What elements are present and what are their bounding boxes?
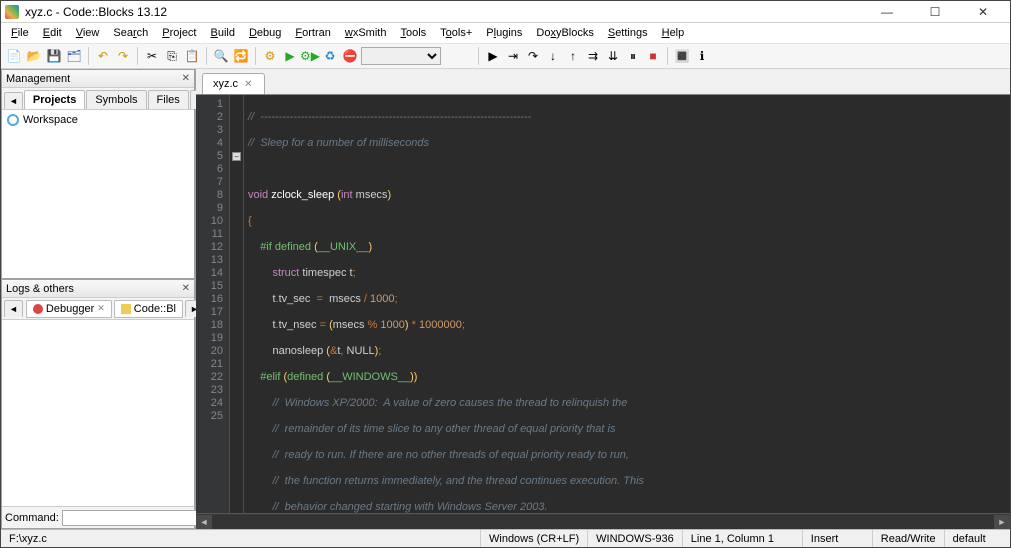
buildrun-icon[interactable]: ⚙▶: [301, 47, 319, 65]
saveall-icon[interactable]: 🗂: [65, 47, 83, 65]
command-input[interactable]: [62, 510, 210, 526]
menu-edit[interactable]: Edit: [37, 25, 68, 41]
menu-help[interactable]: Help: [656, 25, 691, 41]
build-icon[interactable]: ⚙: [261, 47, 279, 65]
cut-icon[interactable]: ✂: [143, 47, 161, 65]
tab-close-icon[interactable]: ✕: [244, 79, 252, 90]
tab-projects[interactable]: Projects: [24, 90, 85, 109]
save-icon[interactable]: 💾: [45, 47, 63, 65]
menu-settings[interactable]: Settings: [602, 25, 654, 41]
debug-run-icon[interactable]: ▶: [484, 47, 502, 65]
logs-close-icon[interactable]: ✕: [182, 283, 190, 294]
status-readwrite: Read/Write: [873, 530, 945, 547]
editor-area: xyz.c✕ 123456789101112131415161718192021…: [196, 69, 1010, 529]
note-icon: [121, 304, 131, 314]
replace-icon[interactable]: 🔁: [232, 47, 250, 65]
horizontal-scrollbar[interactable]: ◄ ►: [196, 513, 1010, 529]
find-icon[interactable]: 🔍: [212, 47, 230, 65]
debug-stepout-icon[interactable]: ↑: [564, 47, 582, 65]
statusbar: F:\xyz.c Windows (CR+LF) WINDOWS-936 Lin…: [1, 529, 1010, 547]
menu-build[interactable]: Build: [205, 25, 241, 41]
menu-search[interactable]: Search: [107, 25, 154, 41]
management-panel: Management✕ ◄ Projects Symbols Files F ►…: [1, 69, 195, 279]
app-icon: [5, 5, 19, 19]
code-content[interactable]: // -------------------------------------…: [244, 95, 1010, 513]
titlebar: xyz.c - Code::Blocks 13.12 — ☐ ✕: [1, 1, 1010, 23]
window-title: xyz.c - Code::Blocks 13.12: [25, 5, 872, 19]
workspace-icon: [7, 114, 19, 126]
debug-next-icon[interactable]: ↷: [524, 47, 542, 65]
logtab-scroll-left[interactable]: ◄: [4, 300, 23, 317]
menu-fortran[interactable]: Fortran: [289, 25, 336, 41]
tab-files[interactable]: Files: [148, 90, 189, 109]
logtab-debugger[interactable]: Debugger✕: [26, 300, 112, 318]
target-select[interactable]: [361, 47, 441, 65]
tab-symbols[interactable]: Symbols: [86, 90, 146, 109]
debug-stepi-icon[interactable]: ⇊: [604, 47, 622, 65]
menu-tools[interactable]: Tools: [394, 25, 432, 41]
menubar: File Edit View Search Project Build Debu…: [1, 23, 1010, 43]
fold-toggle[interactable]: −: [232, 152, 241, 161]
undo-icon[interactable]: ↶: [94, 47, 112, 65]
fold-column: −: [230, 95, 244, 513]
menu-file[interactable]: File: [5, 25, 35, 41]
menu-doxyblocks[interactable]: DoxyBlocks: [530, 25, 599, 41]
debug-stop-icon[interactable]: ■: [644, 47, 662, 65]
workspace-label: Workspace: [23, 114, 78, 126]
line-gutter: 1234567891011121314151617181920212223242…: [196, 95, 230, 513]
status-profile: default: [945, 530, 1010, 547]
copy-icon[interactable]: ⎘: [163, 47, 181, 65]
logs-title: Logs & others: [6, 283, 74, 295]
menu-wxsmith[interactable]: wxSmith: [339, 25, 393, 41]
redo-icon[interactable]: ↷: [114, 47, 132, 65]
status-insert: Insert: [803, 530, 873, 547]
debug-runto-icon[interactable]: ⇥: [504, 47, 522, 65]
menu-toolsplus[interactable]: Tools+: [434, 25, 478, 41]
maximize-button[interactable]: ☐: [920, 4, 950, 20]
debug-break-icon[interactable]: ⏸: [624, 47, 642, 65]
management-close-icon[interactable]: ✕: [182, 73, 190, 84]
close-button[interactable]: ✕: [968, 4, 998, 20]
paste-icon[interactable]: 📋: [183, 47, 201, 65]
logs-panel: Logs & others✕ ◄ Debugger✕ Code::Bl ► Co…: [1, 279, 195, 529]
logs-body: [2, 320, 194, 506]
logtab-codeblocks[interactable]: Code::Bl: [114, 300, 183, 318]
menu-view[interactable]: View: [70, 25, 106, 41]
debug-windows-icon[interactable]: 🔳: [673, 47, 691, 65]
menu-debug[interactable]: Debug: [243, 25, 287, 41]
command-label: Command:: [5, 512, 59, 524]
menu-plugins[interactable]: Plugins: [480, 25, 528, 41]
debug-step-icon[interactable]: ↓: [544, 47, 562, 65]
status-encoding: WINDOWS-936: [588, 530, 683, 547]
menu-project[interactable]: Project: [156, 25, 202, 41]
tab-scroll-left[interactable]: ◄: [4, 92, 23, 109]
editor-tab-xyz[interactable]: xyz.c✕: [202, 73, 265, 94]
open-icon[interactable]: 📂: [25, 47, 43, 65]
code-editor[interactable]: 1234567891011121314151617181920212223242…: [196, 95, 1010, 513]
new-icon[interactable]: 📄: [5, 47, 23, 65]
toolbar: 📄 📂 💾 🗂 ↶ ↷ ✂ ⎘ 📋 🔍 🔁 ⚙ ▶ ⚙▶ ♻ ⛔ ▶ ⇥ ↷ ↓…: [1, 43, 1010, 69]
management-title: Management: [6, 73, 70, 85]
bug-icon: [33, 304, 43, 314]
scroll-left-icon[interactable]: ◄: [196, 515, 212, 529]
status-eol: Windows (CR+LF): [481, 530, 588, 547]
status-path: F:\xyz.c: [1, 530, 481, 547]
abort-icon[interactable]: ⛔: [341, 47, 359, 65]
minimize-button[interactable]: —: [872, 4, 902, 20]
status-position: Line 1, Column 1: [683, 530, 803, 547]
scroll-right-icon[interactable]: ►: [994, 515, 1010, 529]
workspace-item[interactable]: Workspace: [5, 113, 191, 127]
debug-info-icon[interactable]: ℹ: [693, 47, 711, 65]
rebuild-icon[interactable]: ♻: [321, 47, 339, 65]
run-icon[interactable]: ▶: [281, 47, 299, 65]
debug-nexti-icon[interactable]: ⇉: [584, 47, 602, 65]
